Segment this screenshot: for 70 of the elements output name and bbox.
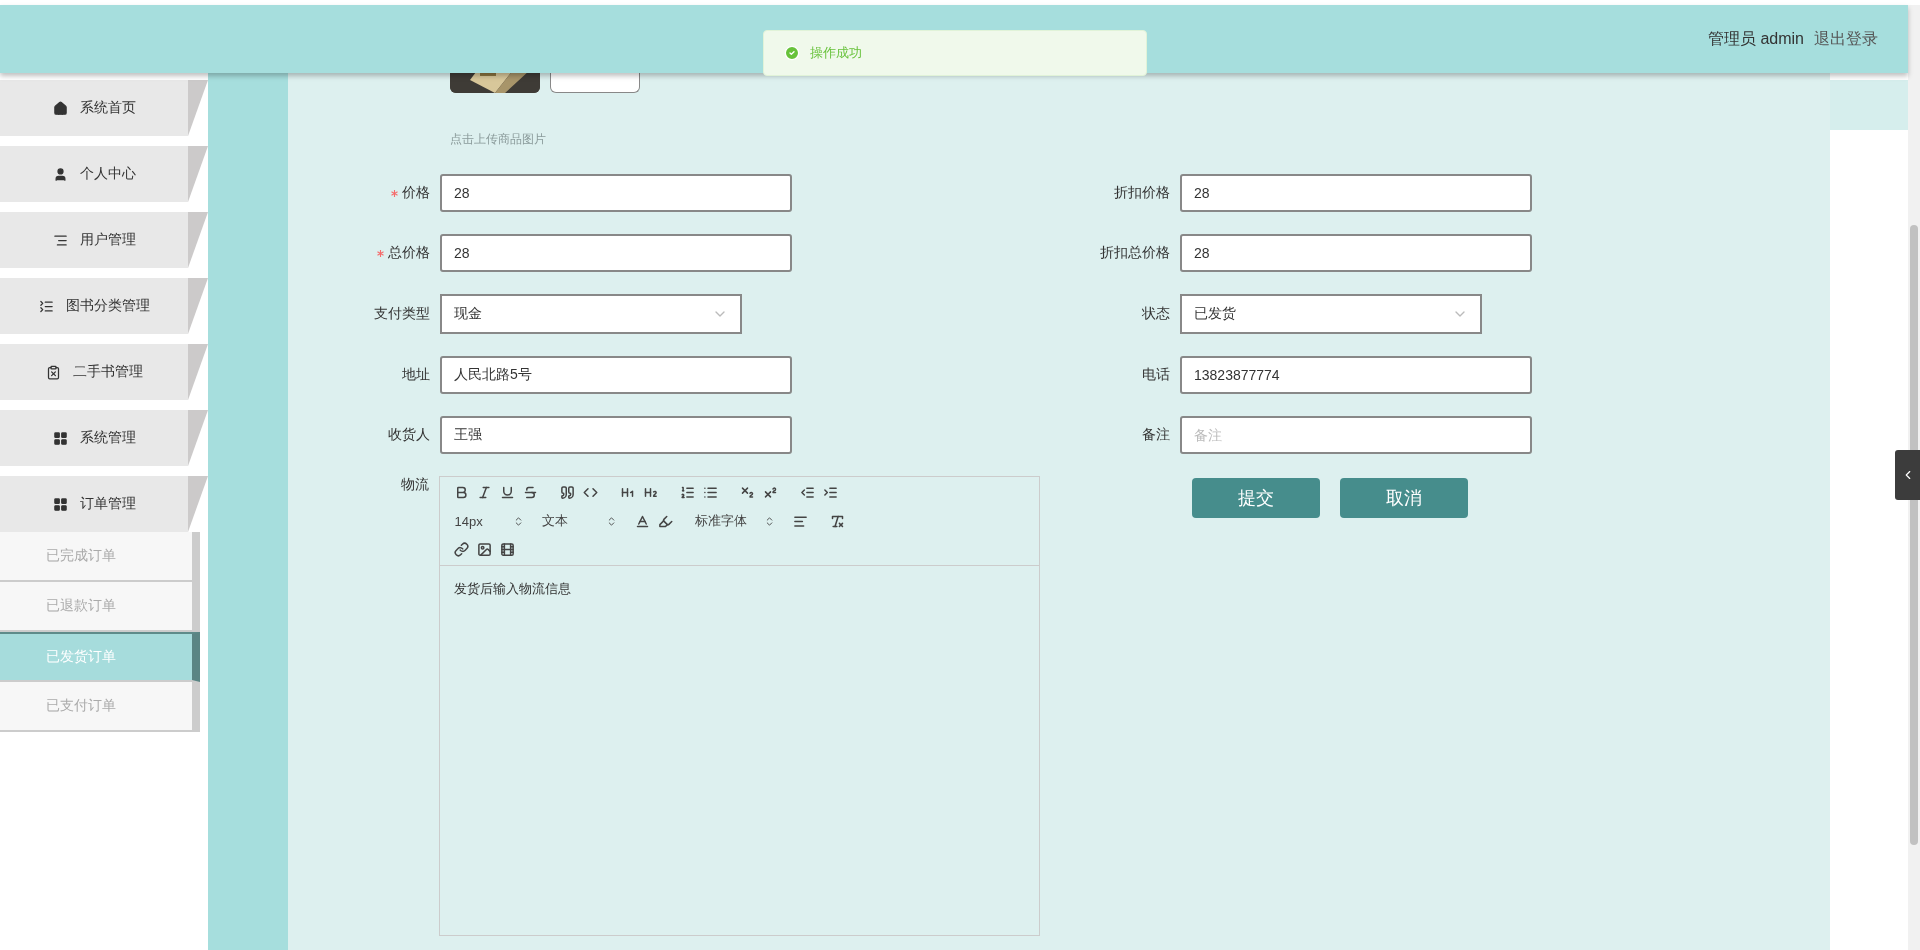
field-label: 价格 <box>402 184 430 202</box>
upload-hint: 点击上传商品图片 <box>450 131 546 148</box>
grid-icon <box>52 496 68 512</box>
input-field[interactable]: 28 <box>440 234 792 272</box>
font-family-select[interactable]: 标准字体 <box>695 512 776 530</box>
menu-label: 系统首页 <box>79 99 136 117</box>
input-field[interactable]: 13823877774 <box>1180 356 1532 394</box>
toast-message: 操作成功 <box>810 44 862 62</box>
highlight-icon[interactable] <box>658 513 674 529</box>
image-icon[interactable] <box>477 542 493 557</box>
input-field[interactable]: 王强 <box>440 416 792 454</box>
underline-icon[interactable] <box>500 485 516 500</box>
ordered-list-icon[interactable] <box>680 485 696 500</box>
subscript-icon[interactable] <box>740 485 756 500</box>
input-field[interactable]: 28 <box>440 174 792 212</box>
heading-two-icon[interactable] <box>643 485 659 500</box>
field-label: 支付类型 <box>374 305 430 323</box>
video-icon[interactable] <box>500 542 516 557</box>
submit-button[interactable]: 提交 <box>1192 478 1320 518</box>
strikethrough-icon[interactable] <box>523 485 539 500</box>
block-type-select[interactable]: 文本 <box>542 512 618 530</box>
list-icon <box>38 298 54 314</box>
italic-icon[interactable] <box>477 485 493 500</box>
bullet-list-icon[interactable] <box>703 485 719 500</box>
outdent-icon[interactable] <box>800 485 816 500</box>
home-icon <box>52 100 68 116</box>
scrollbar[interactable] <box>1908 5 1920 950</box>
clipboard-icon <box>45 364 61 380</box>
select-field[interactable]: 现金 <box>440 294 742 334</box>
font-size-select[interactable]: 14px <box>454 513 525 529</box>
menu-label: 用户管理 <box>79 231 136 249</box>
field-label: 备注 <box>1142 426 1170 444</box>
field-label: 状态 <box>1142 305 1170 323</box>
bold-icon[interactable] <box>454 485 470 500</box>
menu-label: 系统管理 <box>79 429 136 447</box>
quote-icon[interactable] <box>560 485 576 500</box>
lines-icon <box>52 232 68 248</box>
select-field[interactable]: 已发货 <box>1180 294 1482 334</box>
field-label: 折扣价格 <box>1114 184 1170 202</box>
clear-format-icon[interactable] <box>830 513 846 529</box>
menu-label: 图书分类管理 <box>65 297 150 315</box>
user-icon <box>52 166 68 182</box>
check-icon <box>784 45 800 61</box>
input-field[interactable]: 备注 <box>1180 416 1532 454</box>
code-icon[interactable] <box>583 485 599 500</box>
input-field[interactable]: 28 <box>1180 174 1532 212</box>
link-icon[interactable] <box>454 542 470 557</box>
upload-slot[interactable] <box>550 73 640 93</box>
menu-label: 订单管理 <box>79 495 136 513</box>
menu-label: 个人中心 <box>79 165 136 183</box>
field-label: 电话 <box>1142 366 1170 384</box>
menu-label: 二手书管理 <box>72 363 143 381</box>
logout-link[interactable]: 退出登录 <box>1814 28 1878 50</box>
cancel-button[interactable]: 取消 <box>1340 478 1468 518</box>
input-field[interactable]: 28 <box>1180 234 1532 272</box>
grid-icon <box>52 430 68 446</box>
user-name: 管理员 admin <box>1707 28 1804 49</box>
heading-one-icon[interactable] <box>620 485 636 500</box>
field-label: 收货人 <box>388 426 430 444</box>
input-field[interactable]: 人民北路5号 <box>440 356 792 394</box>
align-icon[interactable] <box>793 513 809 529</box>
rich-text-editor[interactable]: 14px 文本 标准字体 发货后输入物流信息 <box>439 476 1040 936</box>
field-label: 折扣总价格 <box>1100 244 1170 262</box>
field-label: 总价格 <box>388 244 430 262</box>
editor-text: 发货后输入物流信息 <box>453 580 573 598</box>
indent-icon[interactable] <box>823 485 839 500</box>
field-label: 物流 <box>401 476 430 494</box>
superscript-icon[interactable] <box>763 485 779 500</box>
field-label: 地址 <box>402 366 430 384</box>
text-color-icon[interactable] <box>635 513 651 529</box>
